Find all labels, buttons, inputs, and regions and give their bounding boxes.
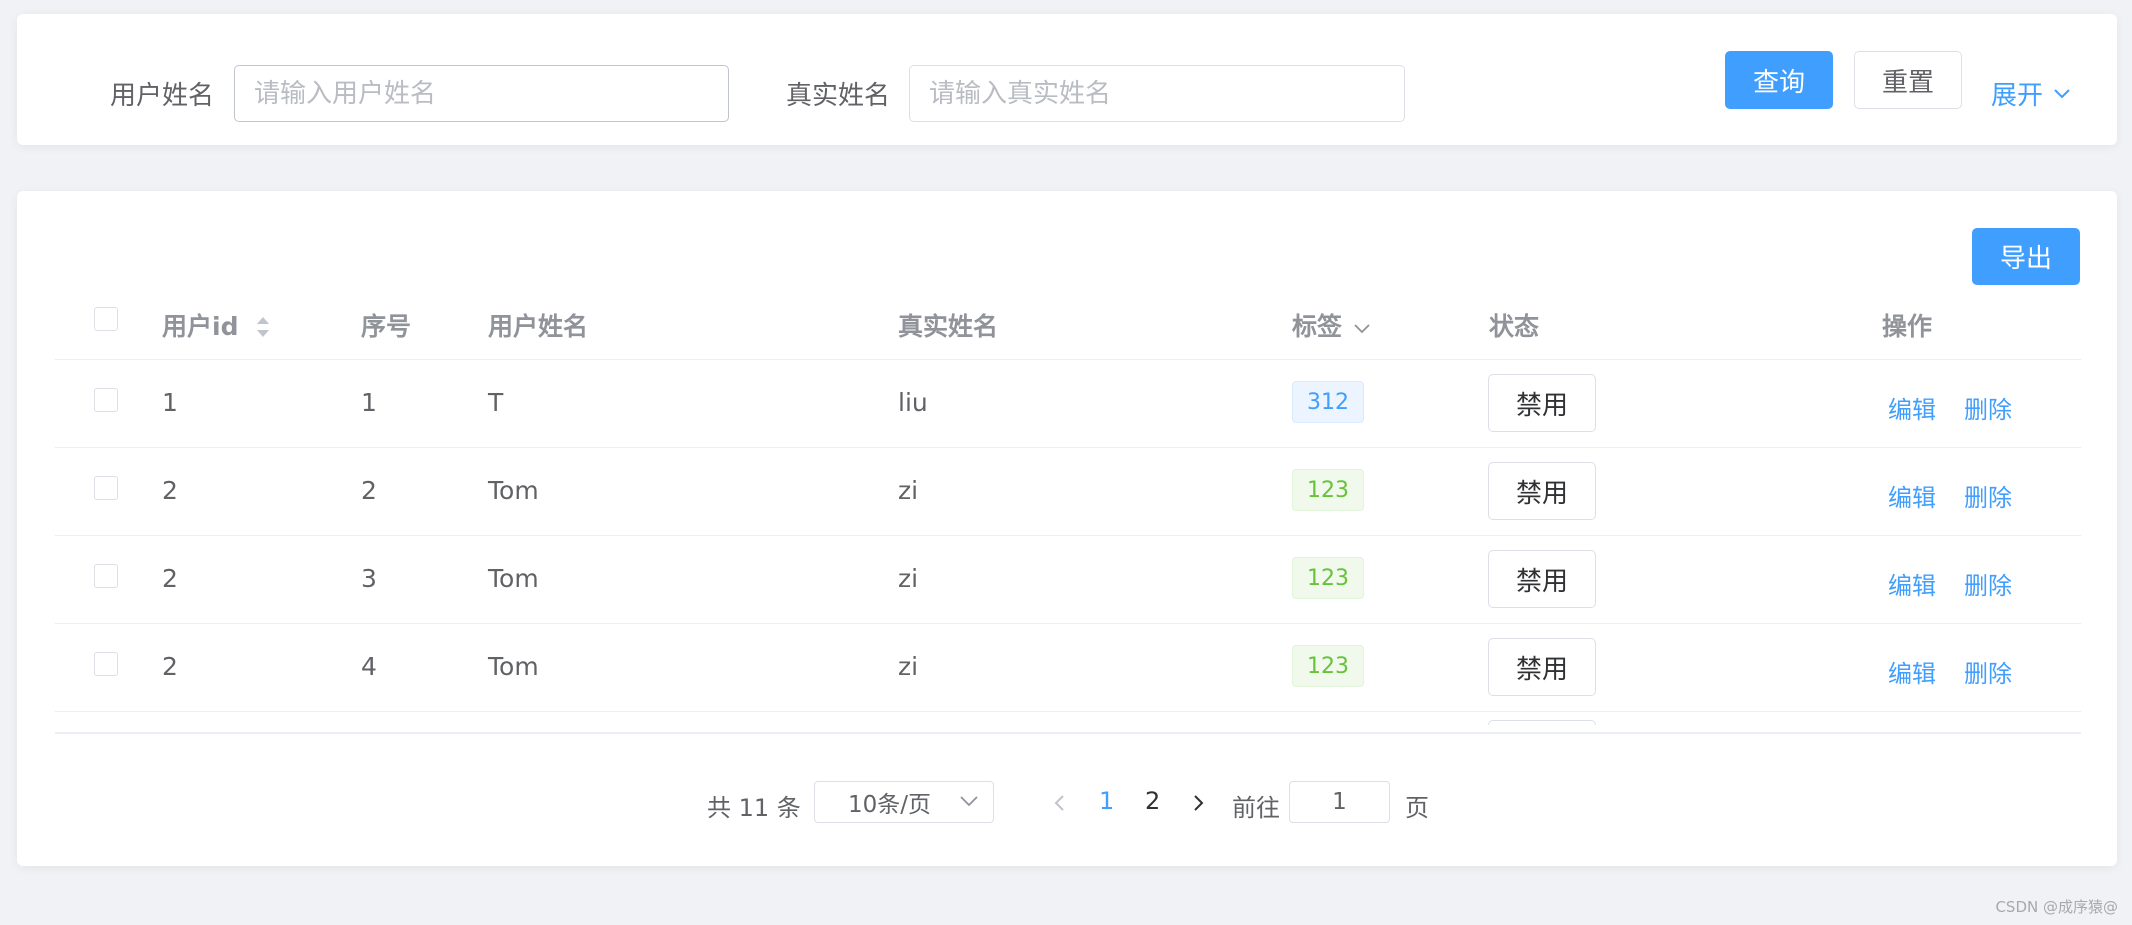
expand-toggle[interactable]: 展开 xyxy=(1991,75,2071,112)
filter-chevron-icon[interactable] xyxy=(1353,323,1371,335)
header-tag-label: 标签 xyxy=(1292,312,1343,341)
page-number[interactable]: 2 xyxy=(1145,787,1160,815)
delete-link[interactable]: 删除 xyxy=(1964,654,2012,689)
edit-link[interactable]: 编辑 xyxy=(1888,566,1936,601)
cell-realname: zi xyxy=(898,652,919,681)
tag-badge: 123 xyxy=(1292,557,1364,599)
cell-index: 4 xyxy=(361,652,377,681)
header-tag[interactable]: 标签 xyxy=(1292,307,1371,343)
pagination-total: 共 11 条 xyxy=(707,794,801,822)
tag-badge: 123 xyxy=(1292,469,1364,511)
cell-user-id: 2 xyxy=(162,476,178,505)
header-user-id[interactable]: 用户id xyxy=(162,307,271,343)
disable-button[interactable]: 禁用 xyxy=(1488,374,1596,432)
header-status: 状态 xyxy=(1489,312,1540,341)
header-user-id-label: 用户id xyxy=(162,312,239,341)
realname-label: 真实姓名 xyxy=(786,81,891,111)
edit-link[interactable]: 编辑 xyxy=(1888,478,1936,513)
disable-button[interactable]: 禁用 xyxy=(1488,550,1596,608)
page-number-current[interactable]: 1 xyxy=(1099,787,1114,815)
reset-button[interactable]: 重置 xyxy=(1854,51,1962,109)
delete-link[interactable]: 删除 xyxy=(1964,478,2012,513)
table-row-partial xyxy=(55,712,2081,725)
chevron-down-icon xyxy=(2054,88,2070,98)
header-index: 序号 xyxy=(361,312,412,341)
goto-page-input[interactable] xyxy=(1289,781,1390,823)
username-label: 用户姓名 xyxy=(110,81,215,111)
cell-username: T xyxy=(488,388,504,417)
table-row: 2 2 Tom zi 123 禁用 编辑 删除 xyxy=(55,448,2081,536)
page-suffix: 页 xyxy=(1405,794,1429,822)
cell-username: Tom xyxy=(488,476,539,505)
row-checkbox[interactable] xyxy=(94,564,118,588)
table-header: 用户id 序号 用户姓名 真实姓名 标签 状态 操作 xyxy=(55,278,2081,360)
cell-user-id: 1 xyxy=(162,388,178,417)
cell-user-id: 2 xyxy=(162,652,178,681)
tag-badge: 312 xyxy=(1292,381,1364,423)
goto-label: 前往 xyxy=(1232,794,1280,822)
disable-button[interactable]: 禁用 xyxy=(1488,638,1596,696)
cell-user-id: 2 xyxy=(162,564,178,593)
table-panel: 导出 用户id 序号 用户姓名 真实姓名 标签 状态 操作 1 1 T liu … xyxy=(17,191,2117,866)
edit-link[interactable]: 编辑 xyxy=(1888,390,1936,425)
row-checkbox[interactable] xyxy=(94,652,118,676)
table-scroll-divider xyxy=(55,732,2081,734)
expand-label: 展开 xyxy=(1991,81,2044,111)
row-checkbox[interactable] xyxy=(94,388,118,412)
next-page-icon[interactable] xyxy=(1191,793,1205,813)
search-panel: 用户姓名 真实姓名 查询 重置 展开 xyxy=(17,14,2117,145)
cell-index: 2 xyxy=(361,476,377,505)
chevron-down-icon xyxy=(960,796,978,807)
cell-realname: zi xyxy=(898,476,919,505)
header-realname: 真实姓名 xyxy=(898,312,999,341)
sort-icon[interactable] xyxy=(255,315,271,339)
delete-link[interactable]: 删除 xyxy=(1964,390,2012,425)
user-table: 用户id 序号 用户姓名 真实姓名 标签 状态 操作 1 1 T liu 312… xyxy=(55,278,2081,725)
tag-badge: 123 xyxy=(1292,645,1364,687)
export-button[interactable]: 导出 xyxy=(1972,228,2080,285)
table-row: 2 4 Tom zi 123 禁用 编辑 删除 xyxy=(55,624,2081,712)
cell-realname: liu xyxy=(898,388,928,417)
page-size-select[interactable]: 10条/页 xyxy=(814,781,994,823)
table-row: 2 3 Tom zi 123 禁用 编辑 删除 xyxy=(55,536,2081,624)
username-input[interactable] xyxy=(234,65,729,122)
query-button[interactable]: 查询 xyxy=(1725,51,1833,109)
select-all-checkbox[interactable] xyxy=(94,307,118,331)
disable-button-partial[interactable] xyxy=(1488,720,1596,725)
delete-link[interactable]: 删除 xyxy=(1964,566,2012,601)
cell-index: 1 xyxy=(361,388,377,417)
row-checkbox[interactable] xyxy=(94,476,118,500)
edit-link[interactable]: 编辑 xyxy=(1888,654,1936,689)
cell-index: 3 xyxy=(361,564,377,593)
cell-username: Tom xyxy=(488,652,539,681)
watermark: CSDN @成序猿@ xyxy=(1995,898,2118,916)
realname-input[interactable] xyxy=(909,65,1405,122)
disable-button[interactable]: 禁用 xyxy=(1488,462,1596,520)
header-actions: 操作 xyxy=(1882,312,1933,341)
prev-page-icon[interactable] xyxy=(1053,793,1067,813)
cell-realname: zi xyxy=(898,564,919,593)
table-row: 1 1 T liu 312 禁用 编辑 删除 xyxy=(55,360,2081,448)
header-username: 用户姓名 xyxy=(488,312,589,341)
cell-username: Tom xyxy=(488,564,539,593)
page-size-value: 10条/页 xyxy=(848,792,932,818)
